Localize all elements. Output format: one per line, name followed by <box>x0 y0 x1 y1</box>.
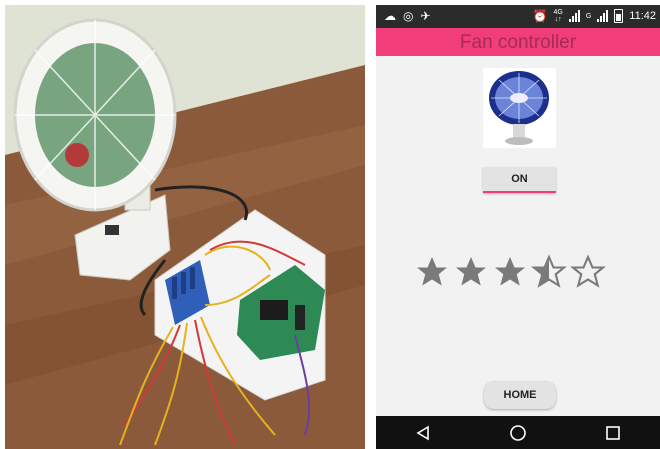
recents-square-icon[interactable] <box>593 418 633 448</box>
status-bar: ☁ ◎ ✈ ⏰ 4G ↓↑ G 11:42 <box>376 5 660 28</box>
signal-x-icon: ✈ <box>420 9 431 23</box>
back-triangle-icon[interactable] <box>403 418 443 448</box>
status-time: 11:42 <box>629 10 656 22</box>
rating-bar[interactable] <box>414 254 606 290</box>
fan-switch <box>105 225 119 235</box>
star-5-empty-icon[interactable] <box>570 254 606 290</box>
star-2-icon[interactable] <box>453 254 489 290</box>
battery-icon <box>614 9 624 23</box>
app-title: Fan controller <box>459 32 577 53</box>
network-type-2: G <box>585 12 592 20</box>
photo-fan-setup <box>5 5 365 449</box>
app-bar: Fan controller <box>376 28 660 56</box>
hotspot-icon: ◎ <box>403 9 414 23</box>
on-button[interactable]: ON <box>483 167 556 193</box>
star-3-icon[interactable] <box>492 254 528 290</box>
photo-illustration <box>5 5 365 449</box>
wall-fan-image <box>483 68 556 148</box>
network-indicator-1: 4G ↓↑ <box>553 9 563 23</box>
alarm-icon: ⏰ <box>532 9 548 23</box>
star-4-half-icon[interactable] <box>531 254 567 290</box>
home-button[interactable]: HOME <box>484 381 556 409</box>
signal-bars-2 <box>597 10 609 22</box>
signal-bars-1 <box>568 10 580 22</box>
android-nav-bar <box>376 416 660 449</box>
home-circle-icon[interactable] <box>498 418 538 448</box>
star-1-icon[interactable] <box>414 254 450 290</box>
fan-center-cap <box>65 143 89 167</box>
phone-screen: ☁ ◎ ✈ ⏰ 4G ↓↑ G 11:42 Fan controller ON … <box>376 5 660 449</box>
cloud-icon: ☁ <box>384 9 396 23</box>
